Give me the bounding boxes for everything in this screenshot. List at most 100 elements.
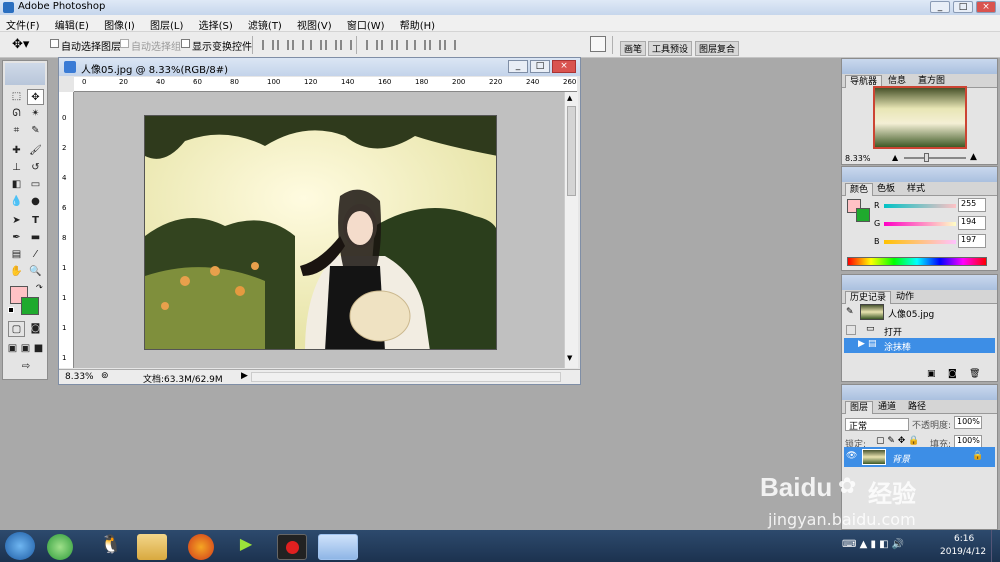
gradient-tool-icon[interactable]: ▭ (27, 177, 44, 193)
distribute-bottom-icon[interactable] (396, 40, 408, 50)
navigator-zoom[interactable]: 8.33% (845, 154, 870, 163)
tab-actions[interactable]: 动作 (892, 291, 918, 304)
menu-filter[interactable]: 滤镜(T) (242, 15, 288, 32)
eraser-tool-icon[interactable]: ◧ (8, 177, 25, 193)
color-bg-swatch[interactable] (856, 208, 870, 222)
move-tool-icon[interactable]: ✥ (27, 89, 44, 105)
distribute-right-icon[interactable] (444, 40, 456, 50)
standard-mode-icon[interactable]: ▢ (8, 321, 25, 337)
align-right-icon[interactable] (340, 40, 352, 50)
distribute-top-icon[interactable] (366, 40, 378, 50)
menu-image[interactable]: 图像(I) (98, 15, 141, 32)
clock-time[interactable]: 6:16 (954, 534, 974, 544)
minimize-button[interactable]: _ (930, 1, 950, 13)
panel-header[interactable] (842, 275, 997, 290)
clone-stamp-icon[interactable]: ⊥ (8, 160, 25, 176)
r-value[interactable]: 255 (958, 198, 986, 212)
align-bottom-icon[interactable] (292, 40, 304, 50)
new-snapshot-icon[interactable]: ◙ (948, 369, 957, 379)
blur-tool-icon[interactable]: 💧 (8, 194, 25, 210)
marquee-tool-icon[interactable]: ⬚ (8, 89, 25, 105)
palette-well-tab-brushes[interactable]: 画笔 (620, 41, 647, 56)
canvas-area[interactable] (74, 92, 564, 368)
align-vcenter-icon[interactable] (277, 40, 289, 50)
document-titlebar[interactable]: 人像05.jpg @ 8.33%(RGB/8#) _ □ × (59, 58, 580, 76)
panel-header[interactable] (842, 59, 997, 74)
photo-portrait[interactable] (144, 115, 497, 350)
brush-source-icon[interactable]: ✎ (846, 307, 854, 317)
path-selection-icon[interactable]: ➤ (8, 213, 25, 229)
menu-view[interactable]: 视图(V) (291, 15, 338, 32)
align-hcenter-icon[interactable] (325, 40, 337, 50)
status-options-icon[interactable]: ⊚ (101, 371, 109, 381)
status-menu-arrow-icon[interactable]: ▶ (241, 371, 248, 381)
horizontal-scrollbar[interactable] (251, 372, 561, 382)
healing-brush-icon[interactable]: ✚ (8, 143, 25, 159)
slice-tool-icon[interactable]: ✎ (27, 123, 44, 139)
scroll-up-arrow-icon[interactable]: ▲ (567, 94, 572, 102)
menu-select[interactable]: 选择(S) (193, 15, 239, 32)
tray-icons[interactable]: ⌨ ▲ ▮ ◧ 🔊 (842, 539, 904, 550)
palette-well-tab-tool-presets[interactable]: 工具预设 (648, 41, 693, 56)
history-item-smudge[interactable]: ▶ ▤ 涂抹棒 (844, 338, 995, 353)
clock-date[interactable]: 2019/4/12 (940, 547, 986, 557)
doc-maximize-button[interactable]: □ (530, 60, 550, 73)
tab-paths[interactable]: 路径 (904, 401, 930, 414)
palette-well-tab-layer-comps[interactable]: 图层复合 (695, 41, 740, 56)
taskbar-qq-icon[interactable]: 🐧 (98, 534, 124, 560)
taskbar-firefox-icon[interactable] (188, 534, 214, 560)
taskbar-explorer-icon[interactable] (137, 534, 167, 560)
layer-row-background[interactable]: 👁 背景 🔒 (844, 447, 995, 467)
zoom-out-icon[interactable]: ▲ (892, 153, 898, 162)
tab-history[interactable]: 历史记录 (845, 291, 892, 304)
menu-window[interactable]: 窗口(W) (341, 15, 391, 32)
menu-help[interactable]: 帮助(H) (394, 15, 441, 32)
show-desktop-button[interactable] (991, 530, 1000, 562)
screen-mode-full-icon[interactable]: ■ (32, 341, 45, 357)
align-left-icon[interactable] (310, 40, 322, 50)
vertical-scrollbar[interactable]: ▲ ▼ (564, 92, 578, 368)
magic-wand-tool-icon[interactable]: ✴ (27, 106, 44, 122)
taskbar-photoshop-icon[interactable] (318, 534, 358, 560)
menu-layer[interactable]: 图层(L) (144, 15, 189, 32)
g-value[interactable]: 194 (958, 216, 986, 230)
b-value[interactable]: 197 (958, 234, 986, 248)
color-spectrum-ramp[interactable] (847, 257, 987, 266)
screen-mode-full-menu-icon[interactable]: ▣ (19, 341, 32, 357)
quick-mask-icon[interactable]: ◙ (27, 321, 44, 337)
new-document-from-state-icon[interactable]: ▣ (927, 369, 936, 379)
ruler-vertical[interactable]: 0 2 4 6 8 1 1 1 1 (59, 92, 74, 368)
move-tool-icon[interactable]: ✥▾ (12, 37, 29, 52)
default-colors-icon[interactable] (8, 307, 14, 313)
history-source-box[interactable] (846, 325, 856, 335)
opacity-input[interactable]: 100% (954, 416, 982, 429)
zoom-slider[interactable] (904, 157, 966, 159)
layer-visibility-eye-icon[interactable]: 👁 (846, 451, 857, 461)
history-brush-icon[interactable]: ↺ (27, 160, 44, 176)
history-snapshot-row[interactable]: ✎ 人像05.jpg (844, 304, 995, 322)
close-button[interactable]: × (976, 1, 996, 13)
distribute-left-icon[interactable] (414, 40, 426, 50)
distribute-vcenter-icon[interactable] (381, 40, 393, 50)
eyedropper-tool-icon[interactable]: ⁄ (27, 247, 44, 263)
dodge-tool-icon[interactable]: ● (27, 194, 44, 210)
ruler-horizontal[interactable]: 0 20 40 60 80 100 120 140 160 180 200 220 240 260 (74, 77, 577, 92)
navigator-thumbnail[interactable] (873, 86, 967, 149)
doc-minimize-button[interactable]: _ (508, 60, 528, 73)
delete-state-icon[interactable]: 🗑 (969, 369, 980, 379)
screen-mode-standard-icon[interactable]: ▣ (6, 341, 19, 357)
history-item-open[interactable]: ▭ 打开 (844, 323, 995, 338)
menu-edit[interactable]: 编辑(E) (49, 15, 95, 32)
doc-close-button[interactable]: × (552, 60, 576, 73)
taskbar-media-player-icon[interactable]: ▶ (233, 534, 259, 560)
notes-tool-icon[interactable]: ▤ (8, 247, 25, 263)
swap-colors-icon[interactable]: ↷ (36, 283, 43, 292)
start-button[interactable] (5, 532, 35, 560)
shape-tool-icon[interactable]: ▬ (27, 230, 44, 246)
zoom-in-icon[interactable]: ▲ (970, 152, 977, 162)
panel-header[interactable] (842, 385, 997, 400)
auto-select-layer-checkbox[interactable] (50, 39, 59, 48)
blend-mode-select[interactable]: 正常 (845, 418, 909, 432)
g-slider[interactable] (884, 222, 956, 226)
type-tool-icon[interactable]: T (27, 213, 44, 229)
